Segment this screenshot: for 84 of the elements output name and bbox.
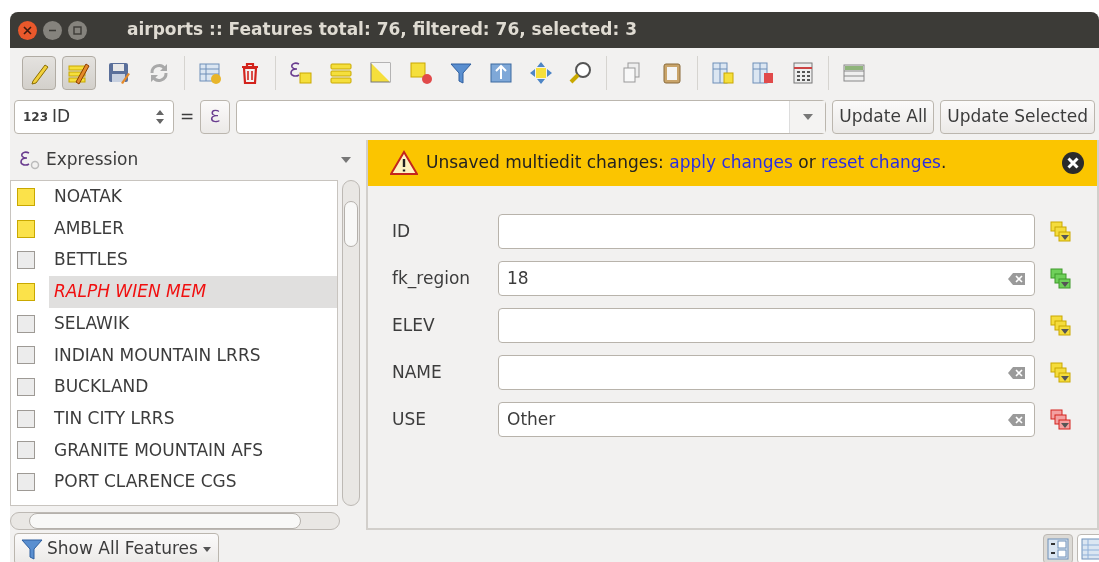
close-button[interactable]: [18, 20, 37, 40]
link[interactable]: reset changes: [821, 152, 941, 173]
feature-item[interactable]: INDIAN MOUNTAIN LRRS: [49, 339, 337, 372]
status-icon[interactable]: [1049, 266, 1073, 291]
feature-item[interactable]: GRANITE MOUNTAIN AFS: [49, 434, 337, 467]
feature-item[interactable]: BETTLES: [49, 244, 337, 277]
text-field[interactable]: [498, 214, 1035, 249]
checkbox[interactable]: [17, 251, 35, 270]
maximize-icon: [73, 25, 82, 35]
table-icon: [842, 61, 866, 85]
field-label: ID: [392, 219, 412, 243]
checkbox[interactable]: [17, 282, 35, 301]
text-field[interactable]: Other: [498, 402, 1035, 437]
maximize-button[interactable]: [68, 20, 87, 40]
pan-icon: [529, 61, 553, 85]
close-icon[interactable]: [1061, 151, 1085, 175]
field-label: USE: [392, 407, 427, 431]
text-field[interactable]: [498, 308, 1035, 343]
table-icon: [751, 61, 775, 85]
link[interactable]: apply changes: [669, 152, 793, 173]
clipboard-icon: [660, 61, 684, 85]
expression-icon: [289, 61, 313, 85]
window-title: airports :: Features total: 76, filtered: 76, selected: 3: [127, 18, 638, 42]
message-text: Unsaved multiedit changes: apply changes or reset changes.: [426, 151, 948, 175]
table-icon: [711, 61, 735, 85]
deselect-icon: [409, 61, 433, 85]
move-top-icon: [489, 61, 513, 85]
feature-item[interactable]: BUCKLAND: [49, 371, 337, 403]
calculator-icon: [791, 61, 815, 85]
checkbox[interactable]: [17, 377, 35, 396]
expression-icon: [18, 149, 42, 171]
feature-item[interactable]: NOATAK: [49, 181, 337, 213]
value-combobox[interactable]: [236, 100, 827, 134]
table-icon: [1081, 538, 1099, 560]
checkbox[interactable]: [17, 409, 35, 428]
field-combobox[interactable]: 123 ID: [14, 100, 174, 134]
table-icon: [198, 61, 222, 85]
status-icon[interactable]: [1049, 313, 1073, 338]
status-icon[interactable]: [1049, 219, 1073, 244]
operator-label: =: [180, 105, 195, 129]
checkbox[interactable]: [17, 473, 35, 492]
spin-arrows-icon: [155, 108, 165, 126]
text-field[interactable]: [498, 355, 1035, 390]
funnel-icon: [21, 538, 43, 560]
pencil-button[interactable]: [62, 56, 96, 90]
checkbox[interactable]: [17, 314, 35, 333]
list-icon: [329, 61, 353, 85]
status-icon[interactable]: [1049, 407, 1073, 432]
field-label: ELEV: [392, 313, 436, 337]
magnifier-icon: [569, 61, 593, 85]
feature-item[interactable]: TIN CITY LRRS: [49, 402, 337, 435]
field-label: NAME: [392, 360, 443, 384]
status-icon[interactable]: [1049, 360, 1073, 385]
update-all-button[interactable]: Update All: [832, 100, 935, 134]
feature-item[interactable]: SELAWIK: [49, 307, 337, 340]
clear-icon[interactable]: [1008, 412, 1026, 427]
funnel-icon: [449, 61, 473, 85]
expression-label: Expression: [46, 148, 140, 172]
form-view-button[interactable]: [1043, 534, 1073, 562]
checkbox[interactable]: [17, 219, 35, 238]
vertical-scrollbar[interactable]: [342, 180, 360, 506]
checkbox[interactable]: [17, 441, 35, 460]
caret-icon: [201, 545, 212, 553]
close-icon: [23, 25, 32, 35]
checkbox[interactable]: [17, 346, 35, 365]
feature-item[interactable]: PORT CLARENCE CGS: [49, 466, 337, 498]
update-selected-button[interactable]: Update Selected: [940, 100, 1095, 134]
warning-icon: [390, 150, 418, 176]
clear-icon[interactable]: [1008, 365, 1026, 380]
horizontal-scrollbar[interactable]: [10, 512, 340, 530]
show-features-button[interactable]: Show All Features: [14, 533, 219, 562]
dropdown-arrow-icon[interactable]: [340, 156, 352, 164]
dropdown-arrow-icon[interactable]: [801, 113, 814, 121]
expression-button[interactable]: ℇ: [200, 100, 231, 134]
clear-icon[interactable]: [1008, 271, 1026, 286]
pencil-icon: [67, 61, 91, 85]
square-icon: [369, 61, 393, 85]
field-label: fk_region: [392, 266, 472, 291]
text-field[interactable]: 18: [498, 261, 1035, 296]
checkbox[interactable]: [17, 187, 35, 206]
form-icon: [1047, 538, 1069, 560]
minimize-button[interactable]: [43, 20, 62, 40]
pencil-button[interactable]: [22, 56, 56, 90]
feature-item[interactable]: AMBLER: [49, 212, 337, 245]
